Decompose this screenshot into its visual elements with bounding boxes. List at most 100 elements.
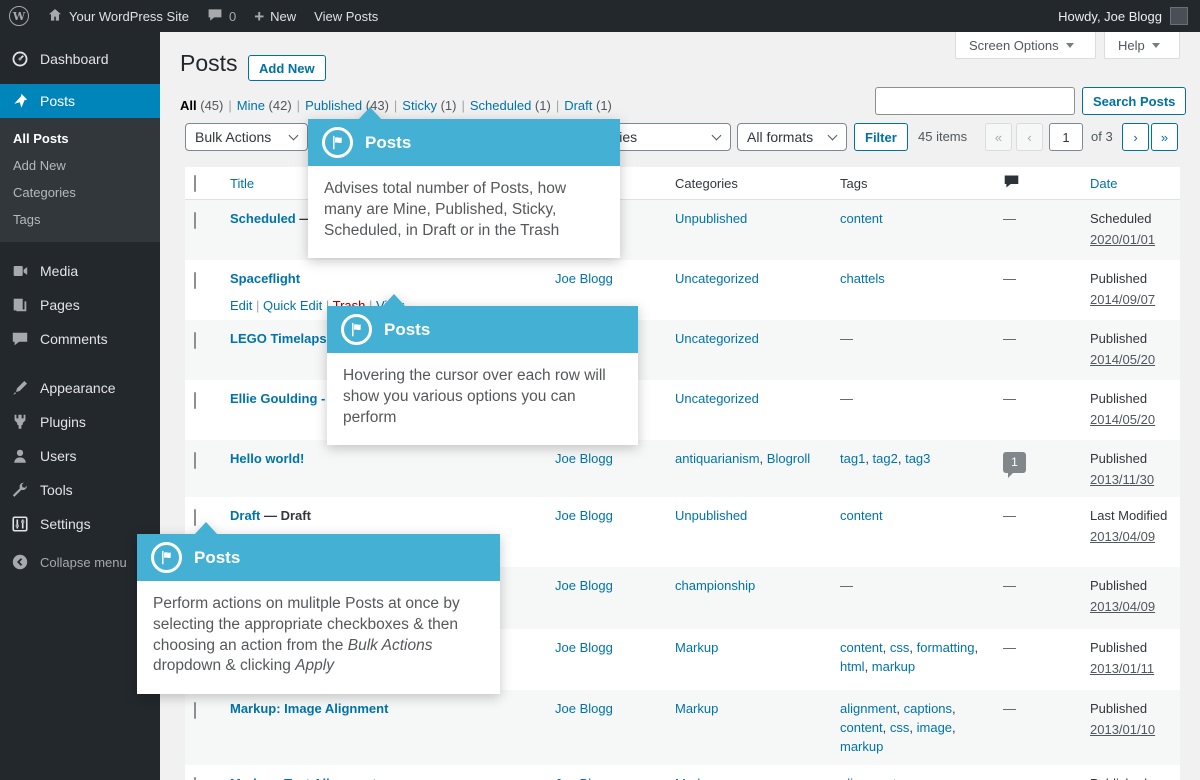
category-link[interactable]: antiquarianism [675, 451, 760, 466]
category-link[interactable]: Markup [675, 701, 718, 716]
view-filter-draft[interactable]: Draft (1) [564, 98, 612, 113]
search-posts-button[interactable]: Search Posts [1082, 87, 1187, 115]
new-button[interactable]: + New [245, 0, 305, 32]
row-action-edit[interactable]: Edit [230, 298, 252, 313]
pagination-last-button[interactable]: » [1151, 123, 1178, 151]
tag-link[interactable]: image [917, 720, 952, 735]
tag-link[interactable]: tag1 [840, 451, 865, 466]
tag-link[interactable]: markup [872, 659, 915, 674]
post-title-link[interactable]: Spaceflight [230, 271, 300, 286]
help-button[interactable]: Help [1104, 32, 1180, 59]
sidebar-item-dashboard[interactable]: Dashboard [0, 42, 160, 76]
account-menu[interactable]: Howdy, Joe Blogg [1058, 7, 1200, 25]
comment-count-badge[interactable]: 1 [1003, 452, 1026, 478]
select-all-checkbox[interactable] [194, 174, 196, 192]
category-link[interactable]: Unpublished [675, 508, 747, 523]
add-new-button[interactable]: Add New [248, 55, 326, 81]
post-title-link[interactable]: Draft [230, 508, 260, 523]
post-date[interactable]: 2020/01/01 [1090, 231, 1155, 250]
filter-button[interactable]: Filter [854, 123, 908, 151]
all-formats-select[interactable]: All formats [737, 123, 847, 151]
sidebar-item-comments[interactable]: Comments [0, 322, 160, 356]
bulk-actions-select[interactable]: Bulk Actions [185, 123, 308, 151]
sidebar-item-appearance[interactable]: Appearance [0, 371, 160, 405]
submenu-item-all-posts[interactable]: All Posts [0, 125, 160, 152]
tag-link[interactable]: html [840, 659, 865, 674]
post-title-link[interactable]: Ellie Goulding - [230, 391, 325, 406]
category-link[interactable]: Markup [675, 640, 718, 655]
tag-link[interactable]: markup [840, 739, 883, 754]
post-date[interactable]: 2013/11/30 [1090, 471, 1154, 490]
author-link[interactable]: Joe Blogg [555, 271, 613, 286]
tag-link[interactable]: tag2 [873, 451, 898, 466]
tag-link[interactable]: tag3 [905, 451, 930, 466]
post-title-link[interactable]: Scheduled [230, 211, 296, 226]
post-date[interactable]: 2013/01/11 [1090, 660, 1154, 679]
category-link[interactable]: Uncategorized [675, 391, 759, 406]
submenu-item-categories[interactable]: Categories [0, 179, 160, 206]
row-checkbox[interactable] [194, 392, 196, 409]
author-link[interactable]: Joe Blogg [555, 776, 613, 780]
sidebar-item-collapse-menu[interactable]: Collapse menu [0, 545, 160, 579]
row-checkbox[interactable] [194, 332, 196, 349]
tag-link[interactable]: captions [904, 701, 952, 716]
sidebar-item-settings[interactable]: Settings [0, 507, 160, 541]
row-checkbox[interactable] [194, 702, 196, 719]
tag-link[interactable]: content [840, 640, 883, 655]
category-link[interactable]: Uncategorized [675, 271, 759, 286]
post-date[interactable]: 2014/09/07 [1090, 291, 1155, 310]
tag-link[interactable]: content [840, 720, 883, 735]
tag-link[interactable]: content [840, 211, 883, 226]
submenu-item-tags[interactable]: Tags [0, 206, 160, 233]
author-link[interactable]: Joe Blogg [555, 508, 613, 523]
post-date[interactable]: 2013/04/09 [1090, 528, 1155, 547]
view-filter-mine[interactable]: Mine (42) [237, 98, 292, 113]
sidebar-item-tools[interactable]: Tools [0, 473, 160, 507]
row-checkbox[interactable] [194, 212, 196, 229]
screen-options-button[interactable]: Screen Options [955, 32, 1096, 59]
post-date[interactable]: 2014/05/20 [1090, 351, 1155, 370]
search-input[interactable] [875, 87, 1075, 115]
sidebar-item-posts[interactable]: Posts [0, 84, 160, 118]
category-link[interactable]: championship [675, 578, 755, 593]
category-link[interactable]: Markup [675, 776, 718, 780]
tag-link[interactable]: alignment [840, 701, 896, 716]
author-link[interactable]: Joe Blogg [555, 640, 613, 655]
current-page-input[interactable] [1049, 123, 1083, 151]
wordpress-menu-button[interactable]: W [0, 0, 38, 32]
tag-link[interactable]: chattels [840, 271, 885, 286]
post-title-link[interactable]: Markup: Text Alignment [230, 776, 377, 780]
category-link[interactable]: Unpublished [675, 211, 747, 226]
sidebar-item-plugins[interactable]: Plugins [0, 405, 160, 439]
tag-link[interactable]: css [890, 640, 910, 655]
sidebar-item-pages[interactable]: Pages [0, 288, 160, 322]
sidebar-item-users[interactable]: Users [0, 439, 160, 473]
column-date[interactable]: Date [1090, 176, 1180, 191]
admin-bar-comments-link[interactable]: 0 [198, 0, 245, 32]
tag-link[interactable]: css [890, 720, 910, 735]
author-link[interactable]: Joe Blogg [555, 701, 613, 716]
post-date[interactable]: 2013/01/10 [1090, 721, 1155, 740]
row-checkbox[interactable] [194, 272, 196, 289]
site-name-link[interactable]: Your WordPress Site [38, 0, 198, 32]
author-link[interactable]: Joe Blogg [555, 578, 613, 593]
view-filter-scheduled[interactable]: Scheduled (1) [470, 98, 551, 113]
view-posts-link[interactable]: View Posts [305, 0, 387, 32]
tag-link[interactable]: alignment [840, 776, 896, 780]
pagination-next-button[interactable]: › [1122, 123, 1149, 151]
view-filter-sticky[interactable]: Sticky (1) [402, 98, 456, 113]
category-link[interactable]: Blogroll [767, 451, 810, 466]
post-title-link[interactable]: LEGO Timelapse [230, 331, 334, 346]
row-action-quick-edit[interactable]: Quick Edit [263, 298, 322, 313]
sidebar-item-media[interactable]: Media [0, 254, 160, 288]
submenu-item-add-new[interactable]: Add New [0, 152, 160, 179]
row-checkbox[interactable] [194, 452, 196, 469]
tag-link[interactable]: content [840, 508, 883, 523]
author-link[interactable]: Joe Blogg [555, 451, 613, 466]
category-link[interactable]: Uncategorized [675, 331, 759, 346]
tag-link[interactable]: formatting [917, 640, 975, 655]
post-title-link[interactable]: Markup: Image Alignment [230, 701, 388, 716]
post-date[interactable]: 2013/04/09 [1090, 598, 1155, 617]
post-date[interactable]: 2014/05/20 [1090, 411, 1155, 430]
post-title-link[interactable]: Hello world! [230, 451, 304, 466]
